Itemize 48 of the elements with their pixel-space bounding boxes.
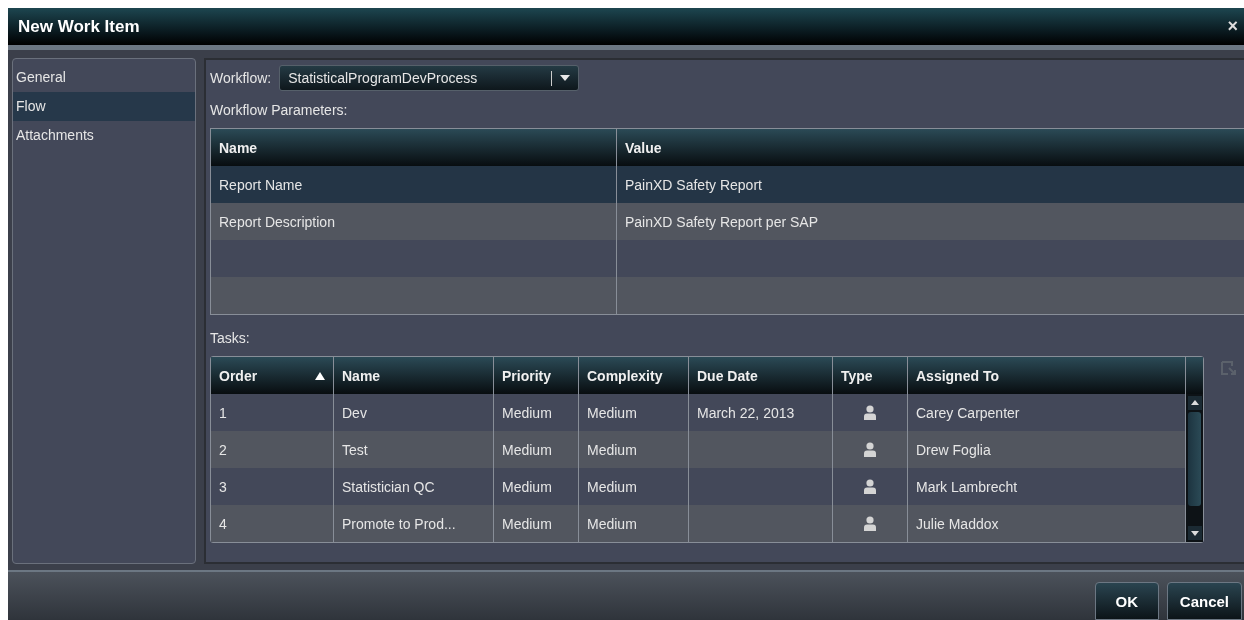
table-cell: Medium: [502, 441, 552, 458]
table-cell: Mark Lambrecht: [916, 478, 1018, 495]
table-cell: PainXD Safety Report: [625, 176, 762, 193]
table-cell: PainXD Safety Report per SAP: [625, 213, 818, 230]
section-label: Tasks:: [210, 329, 250, 348]
caret-icon: [560, 75, 571, 81]
table-cell: 2: [219, 441, 227, 458]
table-cell: Report Description: [219, 213, 335, 230]
scroll-down-button[interactable]: [1187, 526, 1202, 540]
table-cell: Test: [342, 441, 368, 458]
person-icon: [863, 404, 877, 421]
window-title: New Work Item: [18, 16, 140, 37]
table-cell: Medium: [587, 404, 637, 421]
table-cell: Medium: [587, 515, 637, 532]
dialog-button[interactable]: Cancel: [1166, 582, 1242, 620]
person-icon: [863, 478, 877, 495]
table-cell: Statistician QC: [342, 478, 435, 495]
table-cell: Promote to Prod...: [342, 515, 456, 532]
dialog-button[interactable]: OK: [1094, 582, 1159, 620]
table-cell: Medium: [502, 478, 552, 495]
workflow-dropdown[interactable]: StatisticalProgramDevProcess: [279, 65, 580, 91]
person-icon: [863, 515, 877, 532]
table-cell: Report Name: [219, 176, 303, 193]
table-cell: Medium: [502, 404, 552, 421]
scrollbar[interactable]: [1186, 394, 1203, 542]
table-cell: Julie Maddox: [916, 515, 999, 532]
sidebar-item[interactable]: General: [13, 63, 195, 92]
table-cell: Medium: [502, 515, 552, 532]
sidebar-item[interactable]: Attachments: [13, 121, 195, 150]
table-cell: 3: [219, 478, 227, 495]
table-cell: Carey Carpenter: [916, 404, 1020, 421]
close-button[interactable]: ×: [1225, 16, 1240, 37]
table-row[interactable]: Report Name PainXD Safety Report: [211, 166, 1244, 203]
sort-ascending-icon: [315, 371, 325, 380]
table-cell: March 22, 2013: [697, 404, 795, 421]
sidebar-item[interactable]: Flow: [13, 92, 195, 121]
table-cell: Drew Foglia: [916, 441, 991, 458]
column-header[interactable]: Value: [617, 129, 1244, 166]
person-icon: [863, 441, 877, 458]
section-label: Workflow Parameters:: [210, 101, 348, 120]
table-cell: 1: [219, 404, 227, 421]
table-row[interactable]: Report Description PainXD Safety Report per SAP: [211, 203, 1244, 240]
table-cell: Dev: [342, 404, 367, 421]
table-cell: 4: [219, 515, 227, 532]
scroll-up-button[interactable]: [1187, 396, 1202, 410]
workflow-label: Workflow:: [210, 70, 272, 86]
table-cell: Medium: [587, 441, 637, 458]
table-cell: Medium: [587, 478, 637, 495]
